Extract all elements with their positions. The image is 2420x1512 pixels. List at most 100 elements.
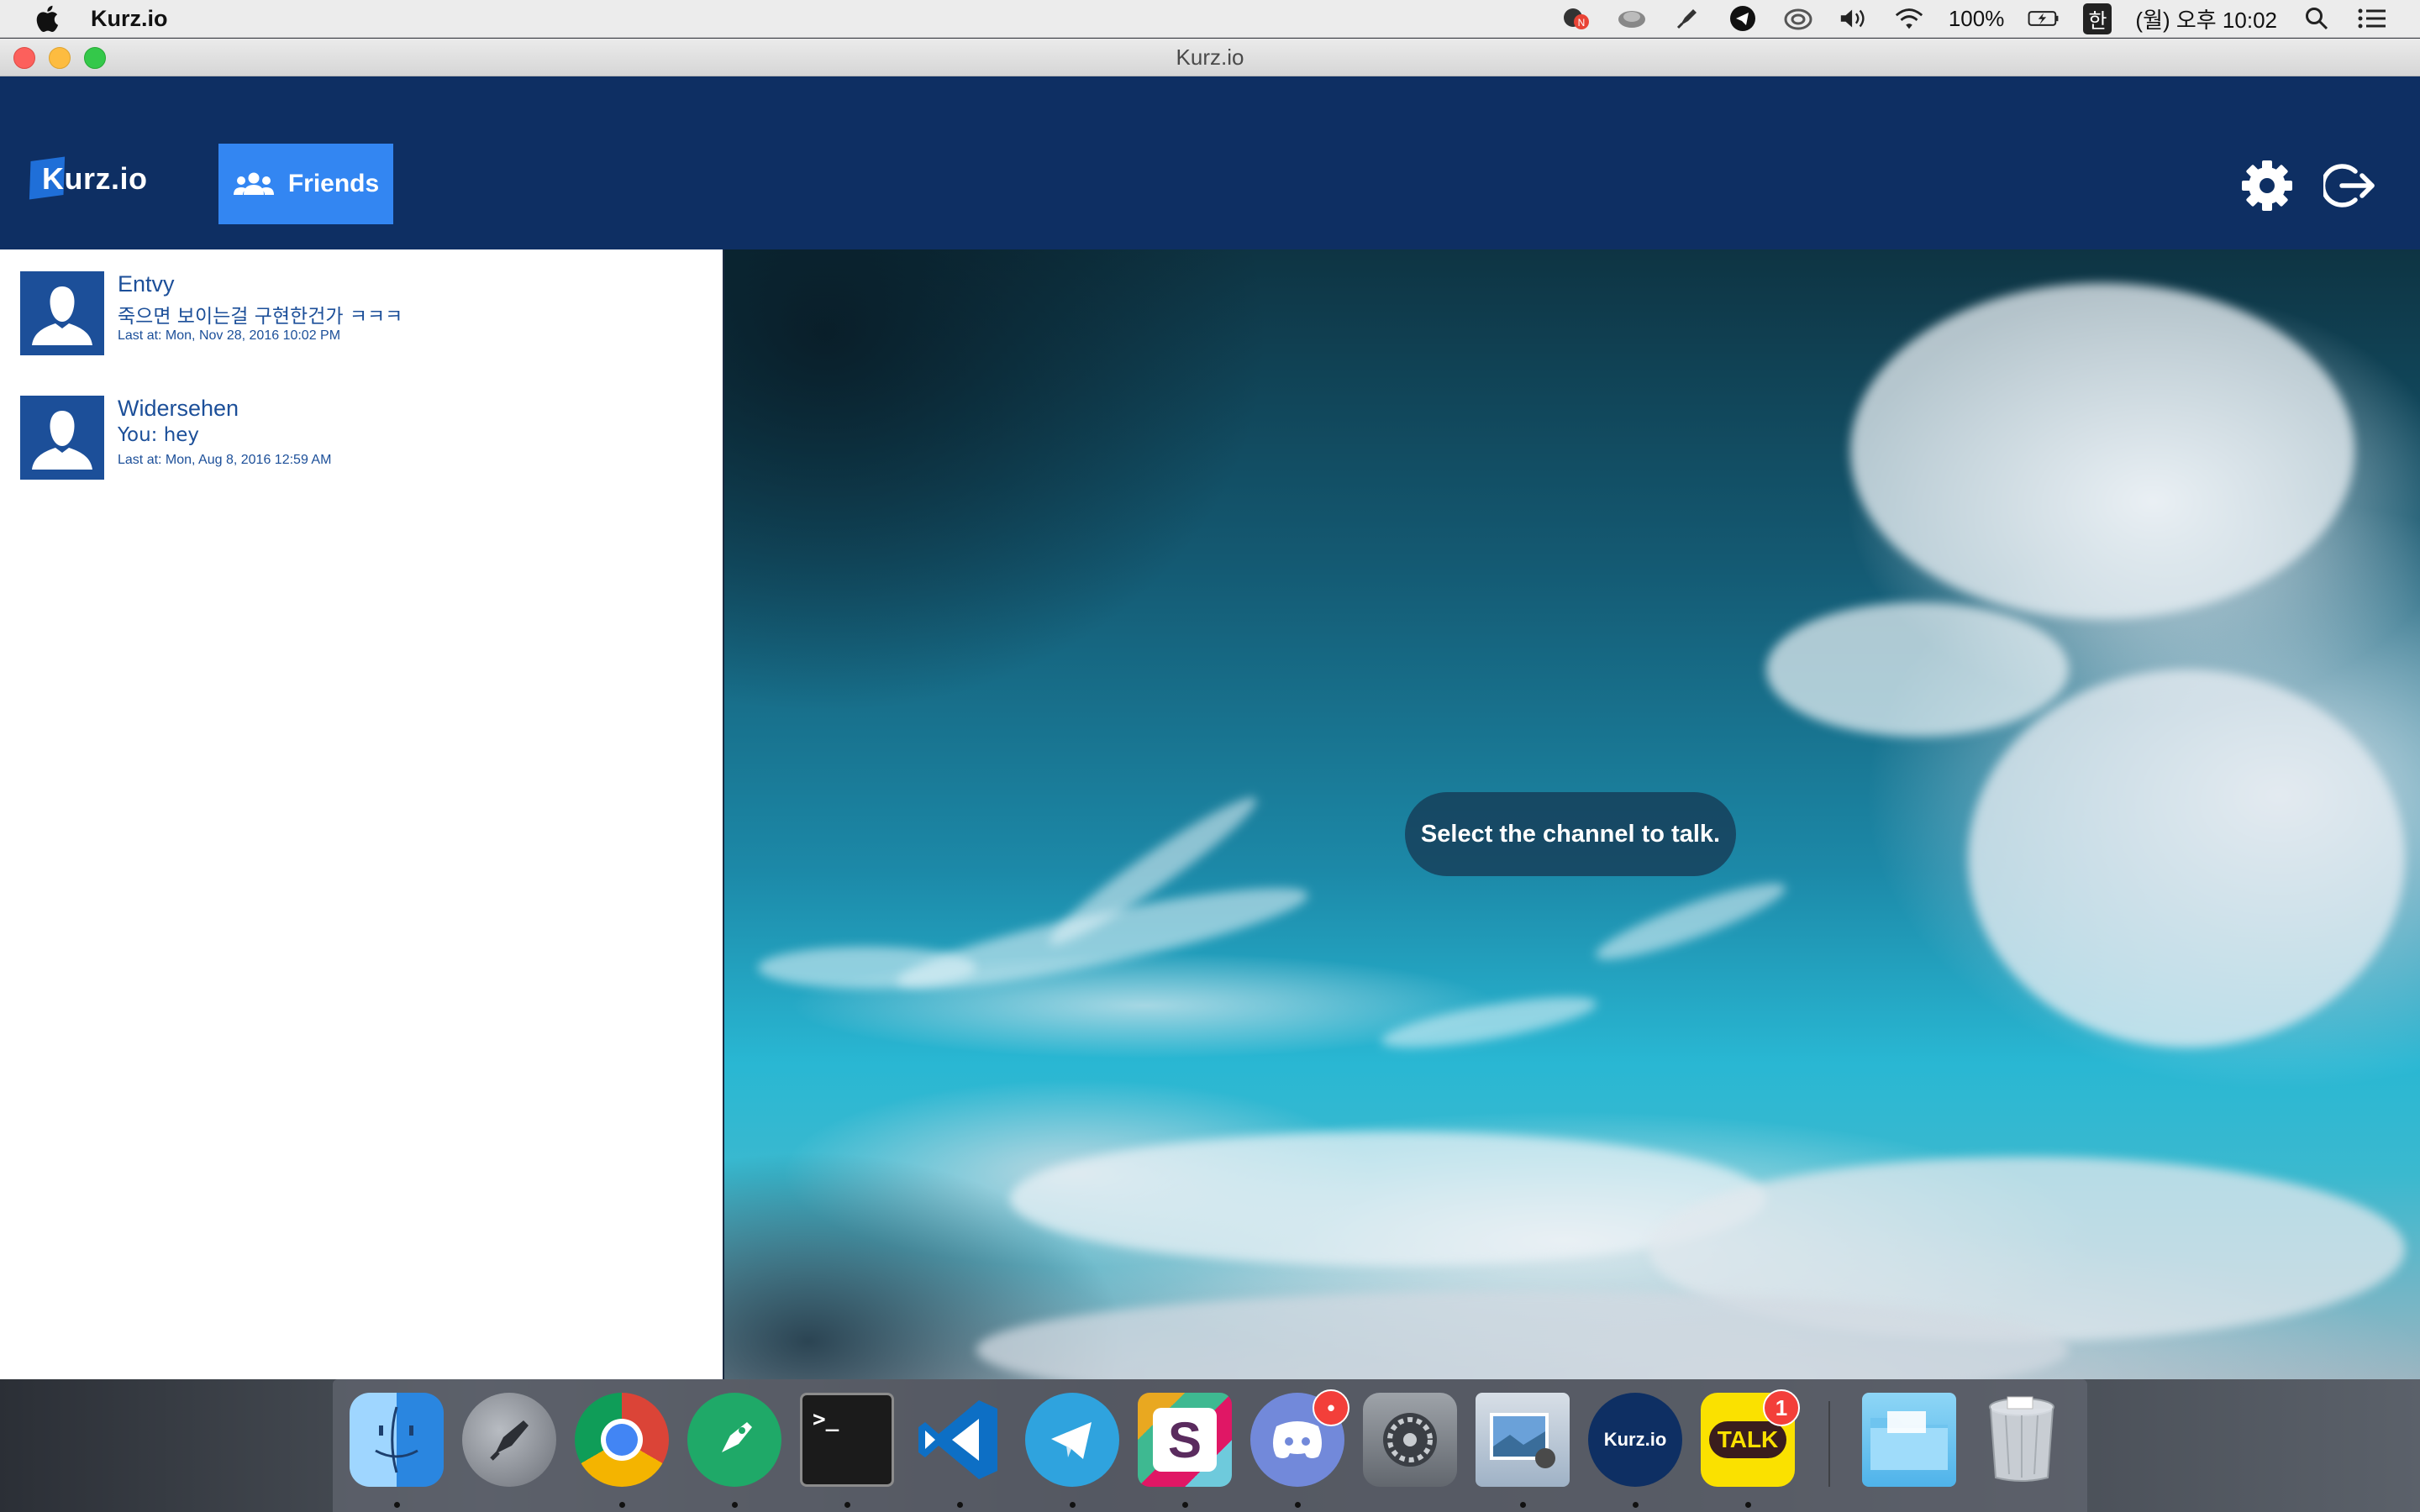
dock: >_ S • Kurz.io TALK 1 — [333, 1379, 2087, 1512]
terminal-icon[interactable]: >_ — [800, 1393, 894, 1487]
kraken-icon — [722, 1422, 752, 1452]
avatar — [20, 271, 104, 355]
gear-icon — [1383, 1413, 1437, 1467]
channel-list: Entvy 죽으면 보이는걸 구현한건가 ㅋㅋㅋ Last at: Mon, N… — [0, 249, 724, 1379]
rocket-icon — [490, 1420, 529, 1461]
avatar — [20, 396, 104, 480]
cloud-wisp — [1766, 602, 2069, 737]
apple-icon[interactable] — [32, 3, 60, 34]
cloud-wisp — [1850, 283, 2354, 619]
slack-icon[interactable]: S — [1138, 1393, 1232, 1487]
list-item[interactable]: Entvy 죽으면 보이는걸 구현한건가 ㅋㅋㅋ Last at: Mon, N… — [20, 271, 709, 359]
cloud-wisp — [1378, 986, 1600, 1058]
vscode-icon[interactable] — [913, 1393, 1007, 1487]
logo-text: Kurz.io — [42, 161, 148, 196]
notification-center-icon[interactable] — [2356, 5, 2388, 32]
paper-plane-icon — [1051, 1422, 1092, 1459]
folder-icon[interactable] — [1862, 1393, 1956, 1487]
running-indicator — [1070, 1502, 1076, 1508]
running-indicator — [1295, 1502, 1301, 1508]
window-titlebar[interactable]: Kurz.io — [0, 39, 2420, 76]
kakao-talk-label: TALK — [1708, 1421, 1787, 1458]
channel-last-time: Last at: Mon, Aug 8, 2016 12:59 AM — [118, 453, 332, 467]
photo-icon — [1490, 1413, 1555, 1468]
running-indicator — [957, 1502, 963, 1508]
discord-badge: • — [1313, 1389, 1349, 1426]
dock-separator — [1828, 1401, 1830, 1487]
channel-name: Widersehen — [118, 396, 239, 421]
close-window-button[interactable] — [13, 47, 35, 69]
vscode-logo-icon — [918, 1400, 997, 1479]
running-indicator — [619, 1502, 625, 1508]
spotlight-icon[interactable] — [2301, 5, 2333, 32]
running-indicator — [1520, 1502, 1526, 1508]
creative-cloud-icon[interactable] — [1782, 5, 1814, 32]
svg-text:N: N — [1577, 17, 1585, 29]
notification-badge-icon[interactable]: N — [1560, 5, 1592, 32]
running-indicator — [1633, 1502, 1639, 1508]
finder-face-icon — [375, 1406, 418, 1473]
settings-button[interactable] — [2239, 158, 2295, 213]
trash-icon[interactable] — [1975, 1393, 2069, 1487]
window-title: Kurz.io — [1176, 44, 1244, 70]
kakaotalk-icon[interactable]: TALK 1 — [1701, 1389, 1800, 1487]
channel-last-message: You: hey — [118, 424, 200, 446]
discord-controller-icon — [1273, 1421, 1322, 1458]
channel-last-message: 죽으면 보이는걸 구현한건가 ㅋㅋㅋ — [118, 306, 403, 328]
running-indicator — [732, 1502, 738, 1508]
logout-button[interactable] — [2323, 158, 2378, 213]
tab-friends[interactable]: Friends — [218, 144, 393, 224]
volume-icon[interactable] — [1838, 5, 1870, 32]
zoom-window-button[interactable] — [84, 47, 106, 69]
running-indicator — [394, 1502, 400, 1508]
app-window: Kurz.io Kurz.io Friends Entvy 죽으면 보이는걸 구… — [0, 39, 2420, 1379]
folder-shape-icon — [1870, 1411, 1948, 1470]
window-controls — [13, 47, 106, 69]
preview-icon[interactable] — [1476, 1393, 1570, 1487]
channel-last-time: Last at: Mon, Nov 28, 2016 10:02 PM — [118, 328, 341, 343]
launchpad-icon[interactable] — [462, 1393, 556, 1487]
minimize-window-button[interactable] — [49, 47, 71, 69]
app-logo[interactable]: Kurz.io — [29, 154, 148, 204]
wifi-icon[interactable] — [1893, 5, 1925, 32]
menubar-clock[interactable]: (월) 오후 10:02 — [2135, 3, 2277, 34]
battery-icon[interactable] — [2028, 5, 2060, 32]
slack-letter: S — [1153, 1408, 1217, 1472]
system-preferences-icon[interactable] — [1363, 1393, 1457, 1487]
running-indicator — [1745, 1502, 1751, 1508]
running-indicator — [844, 1502, 850, 1508]
cloud-wisp — [758, 947, 976, 989]
input-source-icon[interactable]: 한 — [2083, 3, 2112, 34]
cloud-wisp — [1968, 669, 2405, 1047]
kurzio-icon[interactable]: Kurz.io — [1588, 1393, 1682, 1487]
rocket-icon[interactable] — [1671, 5, 1703, 32]
trash-can-icon — [1989, 1396, 2054, 1482]
telegram-icon[interactable] — [1025, 1393, 1119, 1487]
chrome-dot — [606, 1424, 638, 1456]
cloud-sync-icon[interactable] — [1616, 5, 1648, 32]
chat-panel: Select the channel to talk. — [724, 249, 2420, 1379]
app-header: Kurz.io Friends — [0, 76, 2420, 249]
gitkraken-icon[interactable] — [687, 1393, 781, 1487]
telegram-icon[interactable] — [1727, 5, 1759, 32]
battery-percent: 100% — [1948, 5, 2005, 31]
user-icon — [32, 286, 92, 345]
select-channel-prompt: Select the channel to talk. — [1405, 792, 1736, 876]
chrome-icon[interactable] — [575, 1393, 669, 1487]
menu-bar: Kurz.io N 100% 한 (월) 오후 10:02 — [0, 0, 2420, 38]
kurzio-dock-label: Kurz.io — [1603, 1429, 1667, 1450]
finder-icon[interactable] — [350, 1393, 444, 1487]
sky-shadow — [724, 249, 1481, 837]
menubar-app-name[interactable]: Kurz.io — [91, 6, 168, 32]
cloud-wisp — [1590, 871, 1791, 972]
logout-icon — [2323, 164, 2375, 207]
menubar-status-area: N 100% 한 (월) 오후 10:02 — [1560, 3, 2388, 34]
list-item[interactable]: Widersehen You: hey Last at: Mon, Aug 8,… — [20, 396, 709, 483]
discord-icon[interactable]: • — [1250, 1389, 1349, 1487]
friends-icon — [233, 172, 274, 195]
tab-friends-label: Friends — [287, 170, 380, 197]
gear-icon — [2242, 160, 2292, 211]
kakaotalk-badge: 1 — [1763, 1389, 1800, 1426]
channel-name: Entvy — [118, 271, 175, 297]
terminal-prompt: >_ — [813, 1407, 839, 1432]
